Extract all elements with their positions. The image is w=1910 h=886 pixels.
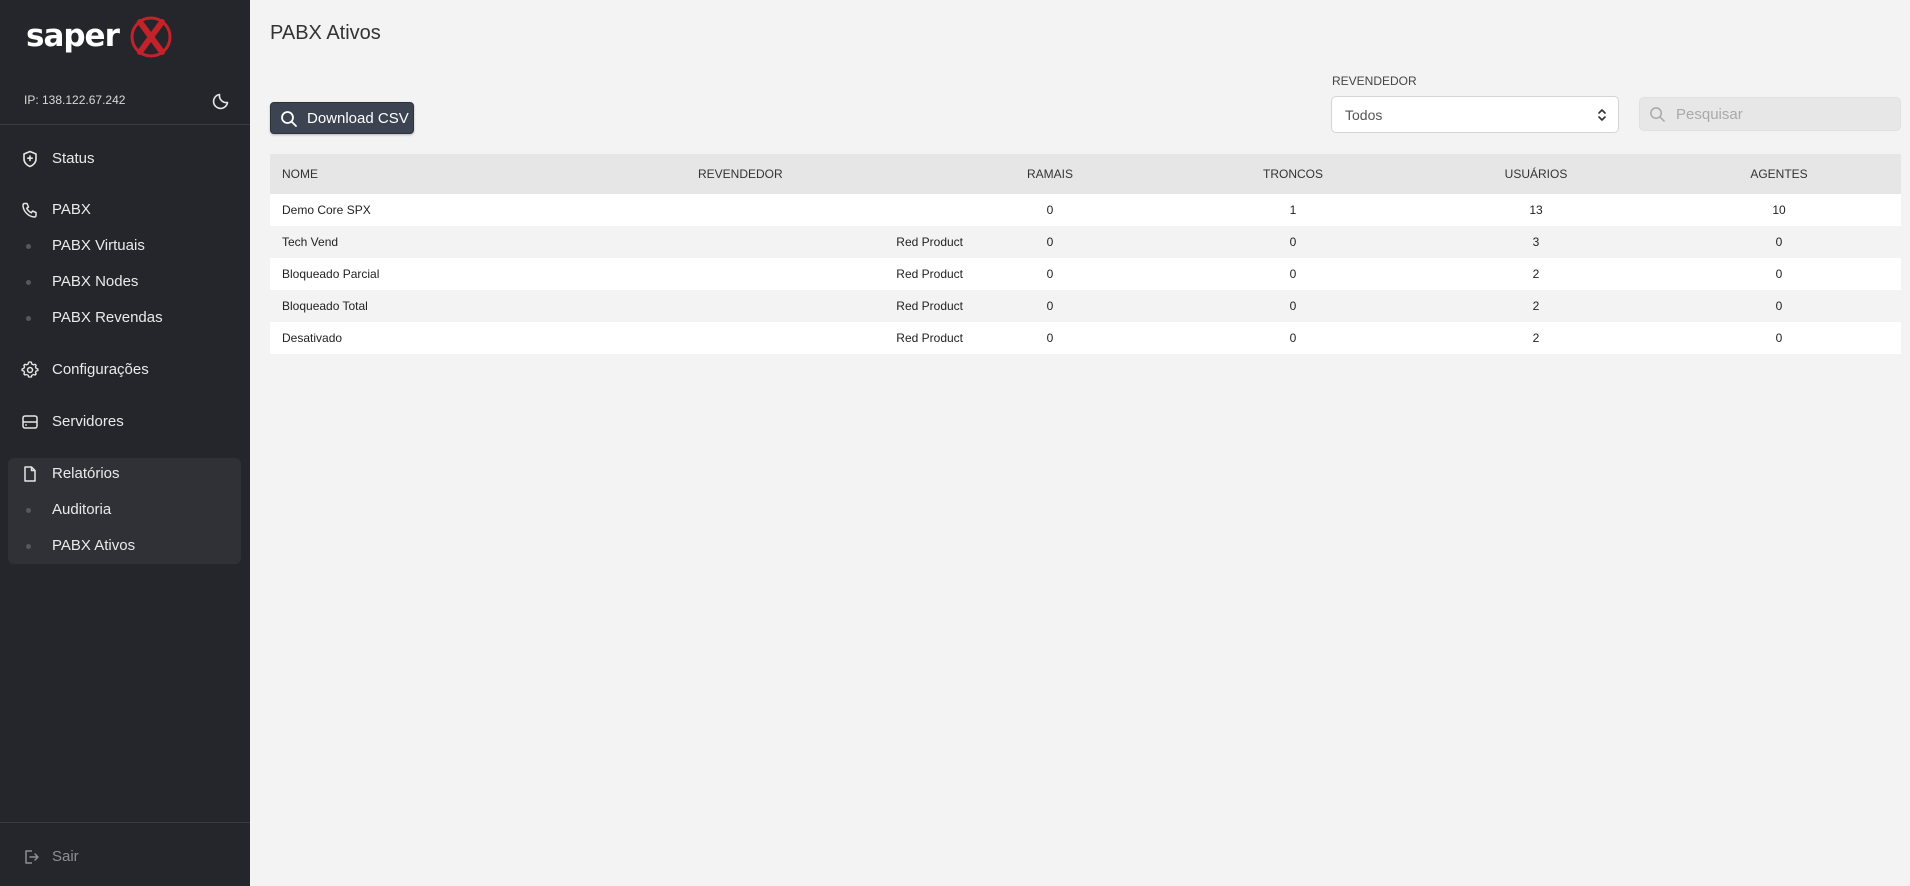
search-input[interactable] xyxy=(1676,101,1896,127)
cell-troncos: 0 xyxy=(1289,267,1297,281)
cell-usuarios: 13 xyxy=(1529,203,1543,217)
header-ramais[interactable]: RAMAIS xyxy=(1000,154,1100,194)
search-icon xyxy=(1650,107,1665,122)
revendedor-select[interactable]: Todos xyxy=(1331,96,1619,133)
revendedor-filter-label: REVENDEDOR xyxy=(1332,74,1417,88)
sidebar-item-configuracoes[interactable]: Configurações xyxy=(8,354,241,386)
moon-icon[interactable] xyxy=(212,90,232,110)
cell-troncos: 1 xyxy=(1289,203,1297,217)
logo-x-mark xyxy=(130,16,172,58)
sidebar-item-label: Relatórios xyxy=(52,465,120,482)
cell-troncos: 0 xyxy=(1289,235,1297,249)
cell-revendedor: Red Product xyxy=(896,235,963,249)
cell-ramais: 0 xyxy=(1046,235,1054,249)
cell-usuarios: 2 xyxy=(1532,331,1540,345)
sidebar-divider xyxy=(0,822,250,823)
table-row[interactable]: Demo Core SPX 0 1 13 10 xyxy=(270,194,1901,226)
table-row[interactable]: Bloqueado Parcial Red Product 0 0 2 0 xyxy=(270,258,1901,290)
ip-address: IP: 138.122.67.242 xyxy=(24,93,126,107)
bullet-dot xyxy=(26,316,31,321)
sidebar-item-label: PABX xyxy=(52,201,91,218)
sidebar-item-servidores[interactable]: Servidores xyxy=(8,406,241,438)
header-troncos[interactable]: TRONCOS xyxy=(1243,154,1343,194)
header-nome[interactable]: NOME xyxy=(282,154,682,194)
sidebar: saper IP: 138.122.67.242 Status PABX PAB… xyxy=(0,0,250,886)
bullet-dot xyxy=(26,508,31,513)
table-row[interactable]: Tech Vend Red Product 0 0 3 0 xyxy=(270,226,1901,258)
cell-troncos: 0 xyxy=(1289,331,1297,345)
cell-troncos: 0 xyxy=(1289,299,1297,313)
cell-revendedor xyxy=(620,194,963,226)
cell-agentes: 10 xyxy=(1772,203,1786,217)
search-box xyxy=(1639,97,1901,131)
sidebar-item-label: PABX Revendas xyxy=(52,309,163,326)
header-agentes[interactable]: AGENTES xyxy=(1729,154,1829,194)
sidebar-item-relatorios[interactable]: Relatórios xyxy=(8,458,241,490)
gear-icon xyxy=(21,361,39,378)
header-usuarios[interactable]: USUÁRIOS xyxy=(1486,154,1586,194)
bullet-dot xyxy=(26,544,31,549)
sidebar-item-label: Servidores xyxy=(52,413,124,430)
table-row[interactable]: Desativado Red Product 0 0 2 0 xyxy=(270,322,1901,354)
shield-icon xyxy=(23,150,37,168)
cell-ramais: 0 xyxy=(1046,267,1054,281)
table-header: NOME REVENDEDOR RAMAIS TRONCOS USUÁRIOS … xyxy=(270,154,1901,194)
sidebar-item-label: PABX Nodes xyxy=(52,273,139,290)
logout-label: Sair xyxy=(52,848,79,865)
sidebar-divider xyxy=(0,124,250,125)
cell-ramais: 0 xyxy=(1046,203,1054,217)
logout-button[interactable]: Sair xyxy=(8,842,241,872)
sidebar-item-pabx-ativos[interactable]: PABX Ativos xyxy=(8,532,241,560)
cell-usuarios: 2 xyxy=(1532,267,1540,281)
cell-revendedor: Red Product xyxy=(896,331,963,345)
header-revendedor[interactable]: REVENDEDOR xyxy=(698,154,898,194)
sidebar-item-label: PABX Ativos xyxy=(52,537,136,554)
page-title: PABX Ativos xyxy=(270,22,381,44)
cell-usuarios: 3 xyxy=(1532,235,1540,249)
cell-agentes: 0 xyxy=(1775,235,1783,249)
cell-agentes: 0 xyxy=(1775,331,1783,345)
phone-icon xyxy=(22,202,37,218)
file-icon xyxy=(24,466,36,482)
chevron-up-down-icon xyxy=(1598,109,1606,121)
sidebar-item-label: PABX Virtuais xyxy=(52,237,145,254)
revendedor-select-value: Todos xyxy=(1345,107,1383,123)
sidebar-item-label: Auditoria xyxy=(52,501,112,518)
cell-usuarios: 2 xyxy=(1532,299,1540,313)
logo-text: saper xyxy=(26,18,120,54)
sidebar-item-label: Configurações xyxy=(52,361,149,378)
cell-ramais: 0 xyxy=(1046,331,1054,345)
download-csv-button[interactable]: Download CSV xyxy=(270,102,414,134)
cell-agentes: 0 xyxy=(1775,299,1783,313)
logout-icon xyxy=(25,850,39,864)
cell-agentes: 0 xyxy=(1775,267,1783,281)
bullet-dot xyxy=(26,280,31,285)
sidebar-item-pabx-virtuais[interactable]: PABX Virtuais xyxy=(8,232,241,260)
search-icon xyxy=(281,111,297,127)
sidebar-item-pabx-revendas[interactable]: PABX Revendas xyxy=(8,304,241,332)
pabx-table: NOME REVENDEDOR RAMAIS TRONCOS USUÁRIOS … xyxy=(270,154,1901,354)
ip-row: IP: 138.122.67.242 xyxy=(24,90,232,112)
cell-revendedor: Red Product xyxy=(896,299,963,313)
sidebar-item-status[interactable]: Status xyxy=(8,143,241,175)
download-csv-label: Download CSV xyxy=(307,110,409,127)
sidebar-item-pabx[interactable]: PABX xyxy=(8,194,241,226)
saperx-logo[interactable]: saper xyxy=(26,14,176,64)
cell-ramais: 0 xyxy=(1046,299,1054,313)
main-content: PABX Ativos Download CSV REVENDEDOR Todo… xyxy=(250,0,1910,886)
table-row[interactable]: Bloqueado Total Red Product 0 0 2 0 xyxy=(270,290,1901,322)
sidebar-item-auditoria[interactable]: Auditoria xyxy=(8,496,241,524)
sidebar-item-pabx-nodes[interactable]: PABX Nodes xyxy=(8,268,241,296)
sidebar-item-label: Status xyxy=(52,150,95,167)
cell-revendedor: Red Product xyxy=(896,267,963,281)
bullet-dot xyxy=(26,244,31,249)
server-icon xyxy=(22,415,38,429)
